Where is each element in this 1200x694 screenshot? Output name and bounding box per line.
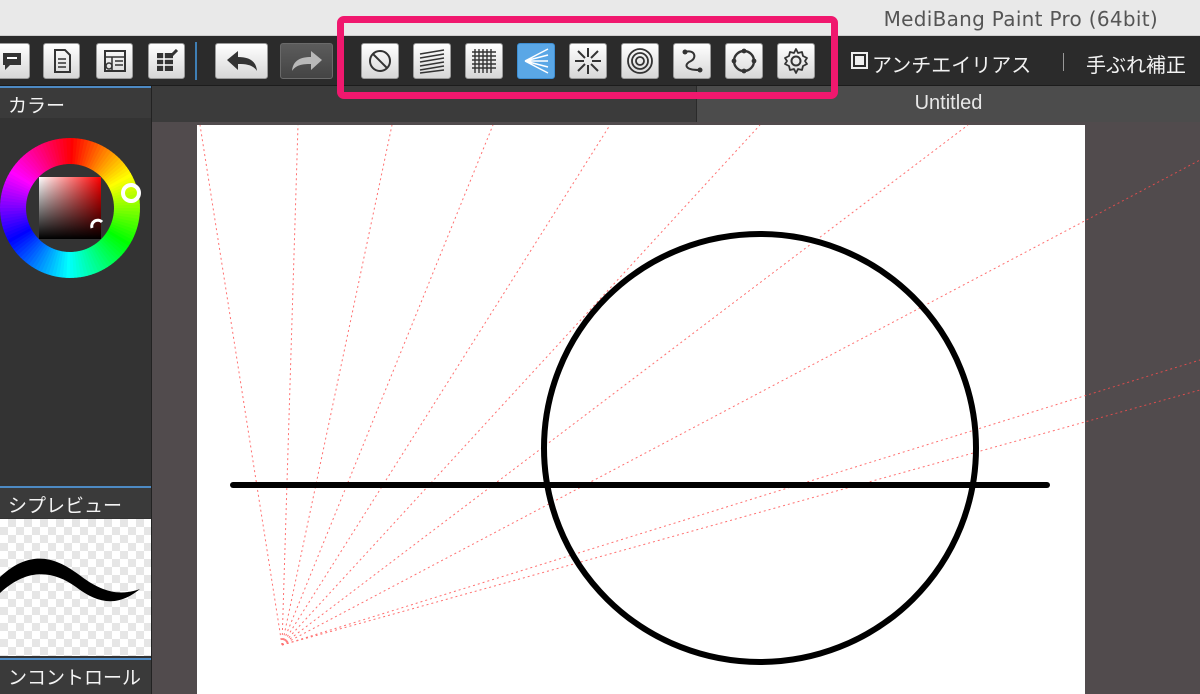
color-wheel[interactable]: [0, 120, 152, 280]
redo-button[interactable]: [280, 43, 333, 79]
layer-button[interactable]: [96, 43, 133, 79]
window-title: MediBang Paint Pro (64bit): [883, 7, 1158, 31]
layer-list-icon: [103, 50, 126, 72]
left-panel: カラー シプレビュー ンコントロール: [0, 86, 152, 694]
document-tab-title: Untitled: [914, 92, 983, 114]
stabilizer-label[interactable]: 手ぶれ補正: [1086, 49, 1186, 78]
brush-preview: [0, 519, 151, 656]
color-panel-title: カラー: [8, 95, 66, 117]
control-panel-title: ンコントロール: [8, 667, 142, 689]
toolbar-separator: [195, 42, 197, 80]
undo-button[interactable]: [215, 43, 268, 79]
snap-tools-highlight: [337, 16, 838, 99]
edit-grid-icon: [156, 49, 178, 71]
brush-stroke-preview: [0, 558, 140, 602]
speech-bubble-icon: [3, 53, 21, 70]
edit-button[interactable]: [148, 43, 185, 79]
brush-preview-title: シプレビュー: [8, 495, 123, 517]
brush-preview-header[interactable]: シプレビュー: [0, 486, 151, 518]
document-icon: [53, 49, 71, 73]
redo-arrow-icon: [291, 51, 322, 71]
antialias-label: アンチエイリアス: [872, 53, 1032, 77]
chat-panel-button[interactable]: [0, 43, 30, 79]
control-panel-header[interactable]: ンコントロール: [0, 658, 151, 694]
page-button[interactable]: [43, 43, 80, 79]
antialias-checkbox[interactable]: [851, 52, 868, 69]
toolbar-divider: [1063, 53, 1064, 71]
undo-arrow-icon: [226, 51, 257, 71]
color-panel-header[interactable]: カラー: [0, 86, 151, 118]
canvas-paper[interactable]: [197, 125, 1085, 694]
